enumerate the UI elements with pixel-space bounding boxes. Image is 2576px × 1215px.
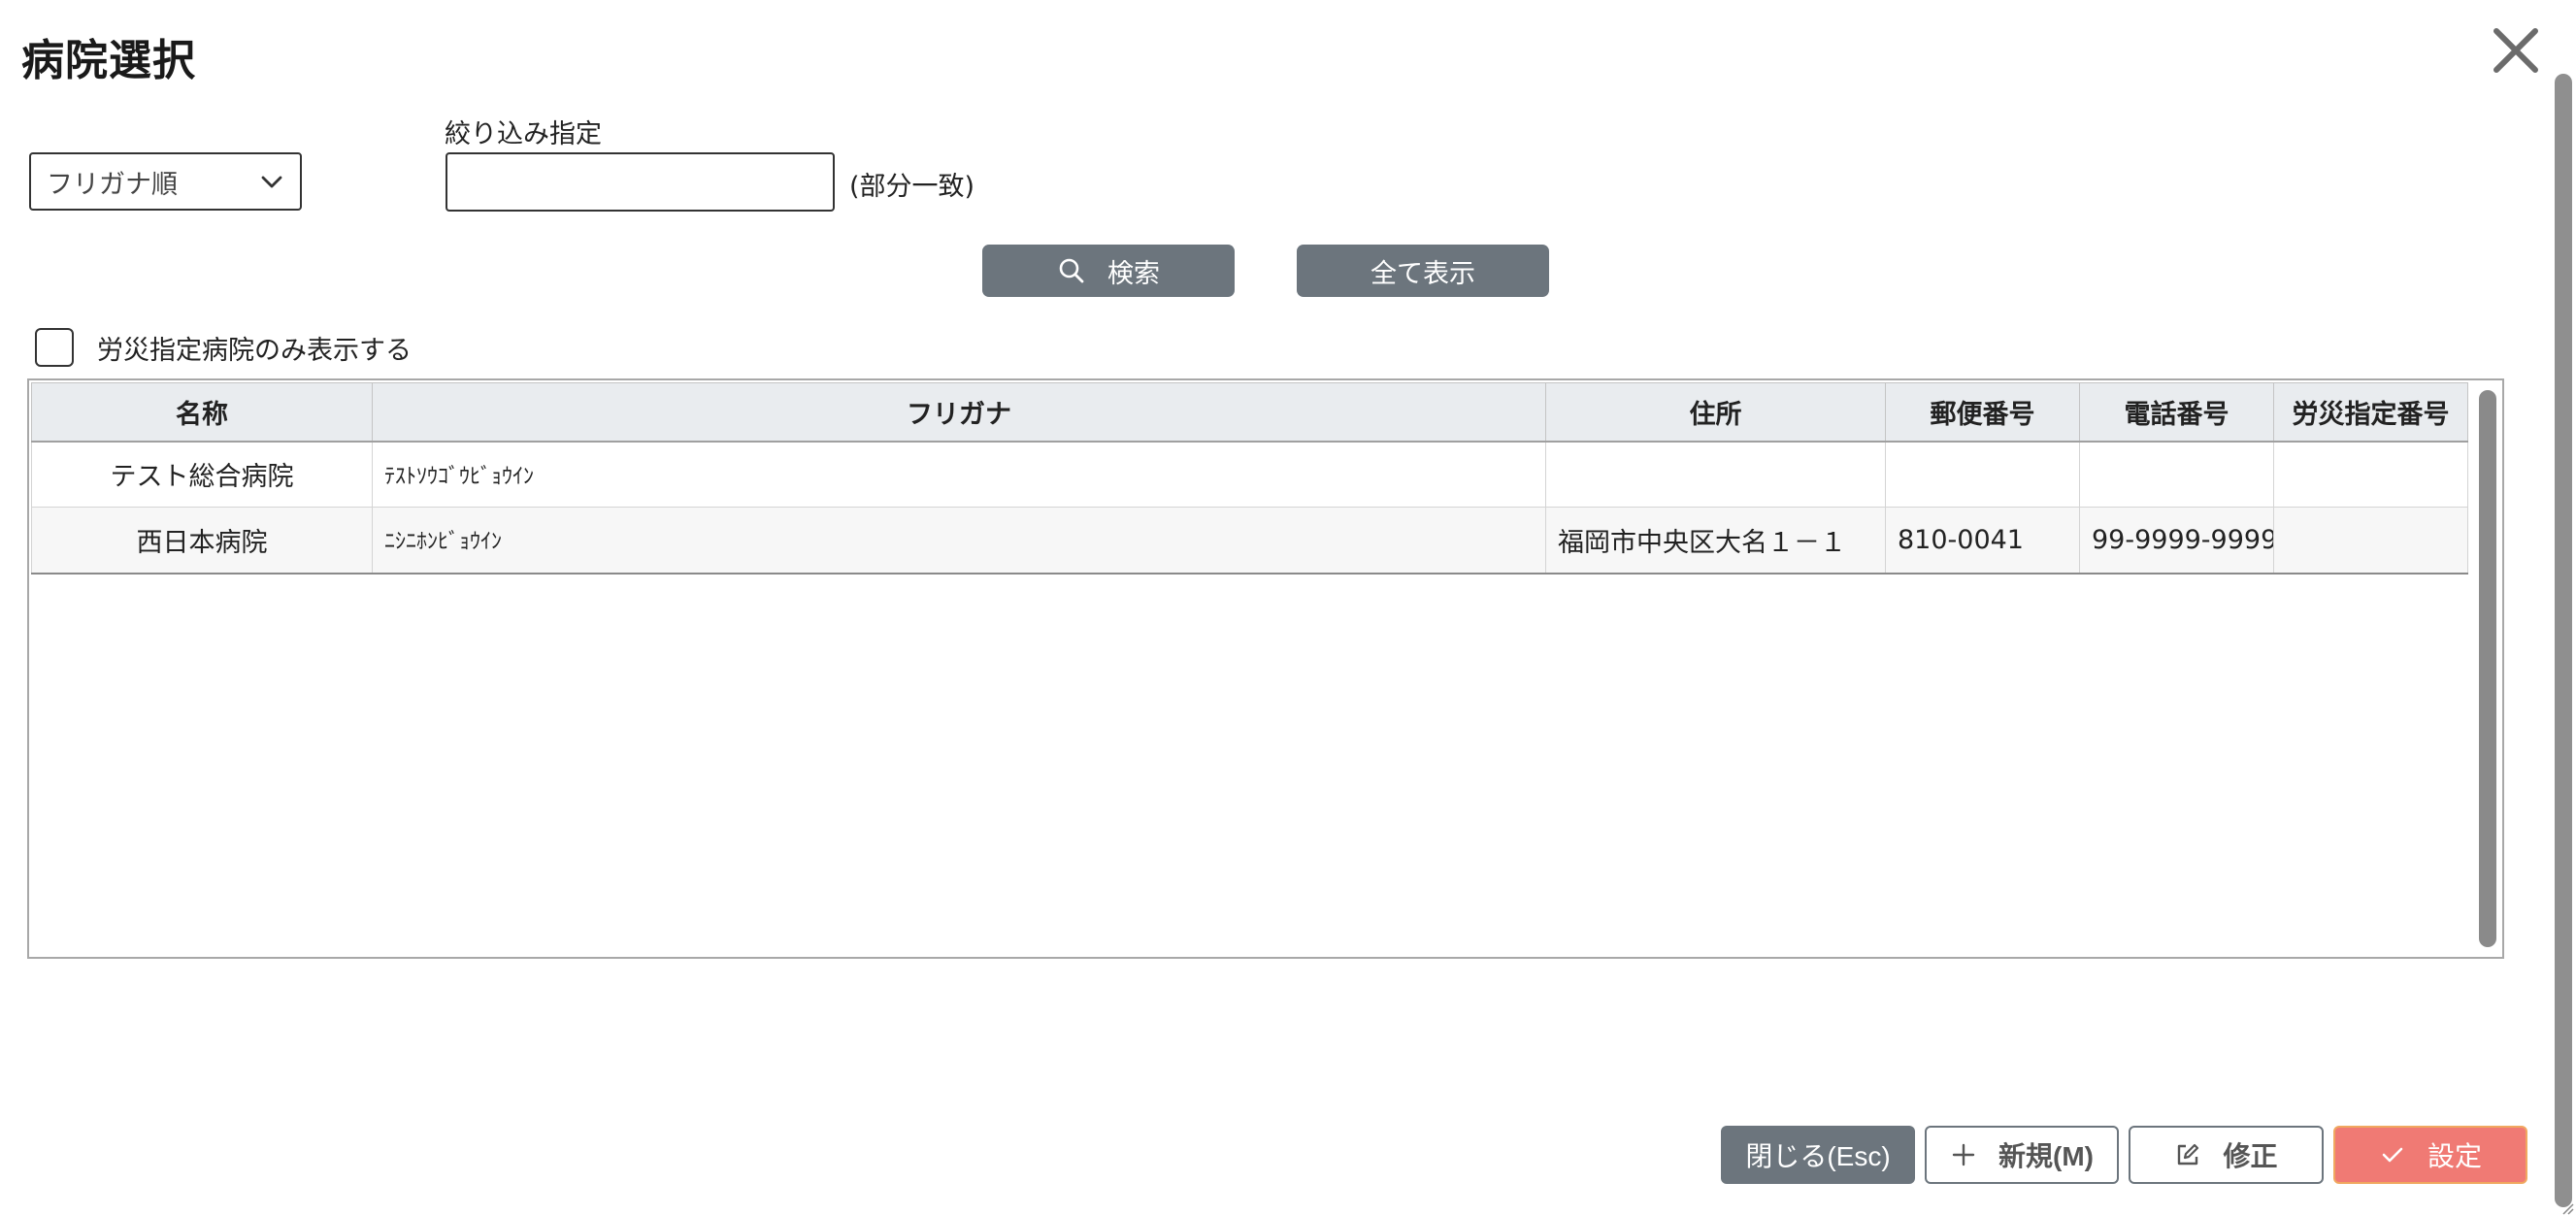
close-button[interactable]: 閉じる(Esc) <box>1721 1126 1915 1184</box>
filter-label: 絞り込み指定 <box>445 119 602 149</box>
filter-input[interactable] <box>446 152 835 212</box>
close-button-label: 閉じる(Esc) <box>1745 1141 1891 1171</box>
edit-icon <box>2178 1143 2199 1166</box>
set-button-label: 設定 <box>2427 1141 2482 1171</box>
sort-order-value: フリガナ順 <box>47 169 178 200</box>
partial-match-note: (部分一致) <box>849 172 975 202</box>
check-icon <box>2382 1147 2403 1163</box>
cell-postal: 810-0041 <box>1885 507 2080 575</box>
dialog-title: 病院選択 <box>21 36 196 85</box>
new-button[interactable]: 新規(M) <box>1925 1126 2119 1184</box>
cell-name: 西日本病院 <box>31 507 373 575</box>
cell-rosai-no <box>2273 441 2468 508</box>
sort-order-select[interactable]: フリガナ順 <box>29 152 302 211</box>
cell-name: テスト総合病院 <box>31 441 373 508</box>
table-row[interactable]: テスト総合病院 ﾃｽﾄｿｳｺﾞｳﾋﾞｮｳｲﾝ <box>31 441 2468 508</box>
rosai-only-checkbox-row[interactable]: 労災指定病院のみ表示する <box>35 328 412 367</box>
cell-address: 福岡市中央区大名１－１ <box>1545 507 1886 575</box>
resize-grip-icon[interactable] <box>2559 1199 2574 1215</box>
new-button-label: 新規(M) <box>1998 1141 2094 1171</box>
column-header-rosai-no[interactable]: 労災指定番号 <box>2273 382 2468 443</box>
rosai-only-checkbox[interactable] <box>35 328 74 367</box>
search-icon <box>1059 258 1084 283</box>
column-header-kana[interactable]: フリガナ <box>372 382 1546 443</box>
grid-scrollbar[interactable] <box>2479 390 2496 947</box>
cell-kana: ﾃｽﾄｿｳｺﾞｳﾋﾞｮｳｲﾝ <box>372 441 1546 508</box>
cell-kana: ﾆｼﾆﾎﾝﾋﾞｮｳｲﾝ <box>372 507 1546 575</box>
edit-button[interactable]: 修正 <box>2129 1126 2324 1184</box>
show-all-button-label: 全て表示 <box>1371 258 1475 288</box>
close-icon[interactable] <box>2487 21 2545 80</box>
column-header-address[interactable]: 住所 <box>1545 382 1886 443</box>
rosai-only-checkbox-label: 労災指定病院のみ表示する <box>97 335 412 366</box>
table-header-row: 名称 フリガナ 住所 郵便番号 電話番号 労災指定番号 <box>31 382 2468 443</box>
cell-phone <box>2079 441 2274 508</box>
window-scrollbar[interactable] <box>2555 74 2572 1207</box>
column-header-postal[interactable]: 郵便番号 <box>1885 382 2080 443</box>
cell-phone: 99-9999-9999 <box>2079 507 2274 575</box>
chevron-down-icon <box>257 167 286 196</box>
cell-rosai-no <box>2273 507 2468 575</box>
table-row[interactable]: 西日本病院 ﾆｼﾆﾎﾝﾋﾞｮｳｲﾝ 福岡市中央区大名１－１ 810-0041 9… <box>31 507 2468 575</box>
show-all-button[interactable]: 全て表示 <box>1297 245 1549 297</box>
search-button[interactable]: 検索 <box>982 245 1235 297</box>
hospital-grid: 名称 フリガナ 住所 郵便番号 電話番号 労災指定番号 テスト総合病院 ﾃｽﾄｿ… <box>27 378 2504 959</box>
search-button-label: 検索 <box>1107 258 1160 288</box>
hospital-table: 名称 フリガナ 住所 郵便番号 電話番号 労災指定番号 テスト総合病院 ﾃｽﾄｿ… <box>31 382 2468 575</box>
column-header-name[interactable]: 名称 <box>31 382 373 443</box>
set-button[interactable]: 設定 <box>2333 1126 2527 1184</box>
cell-postal <box>1885 441 2080 508</box>
edit-button-label: 修正 <box>2223 1141 2278 1171</box>
column-header-phone[interactable]: 電話番号 <box>2079 382 2274 443</box>
plus-icon <box>1952 1143 1975 1166</box>
cell-address <box>1545 441 1886 508</box>
